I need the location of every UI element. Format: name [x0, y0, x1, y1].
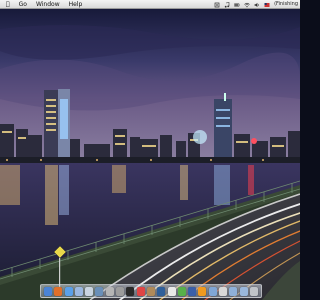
wifi-icon[interactable]: [244, 2, 250, 8]
system-preferences-icon[interactable]: [116, 286, 125, 296]
document-icon[interactable]: [219, 286, 228, 296]
clock-text[interactable]: (Finishing: [274, 0, 298, 9]
menu-bar:  Go Window Help (Finishing: [0, 0, 300, 9]
menu-window[interactable]: Window: [36, 0, 60, 9]
textedit-icon[interactable]: [167, 286, 176, 296]
chat-icon[interactable]: [177, 286, 186, 296]
wallpaper-image: [0, 9, 300, 300]
folder-icon[interactable]: [208, 286, 217, 296]
music-icon[interactable]: [224, 1, 230, 8]
dashboard-icon[interactable]: [188, 286, 197, 296]
dock: [40, 284, 262, 298]
preview-icon[interactable]: [105, 286, 114, 296]
applications-folder-icon[interactable]: [229, 286, 238, 296]
ical-icon[interactable]: [136, 286, 145, 296]
iphoto-icon[interactable]: [95, 286, 104, 296]
apple-menu-icon[interactable]: : [6, 0, 10, 9]
photoshop-icon[interactable]: [157, 286, 166, 296]
finder-icon[interactable]: [44, 286, 52, 296]
address-book-icon[interactable]: [146, 286, 155, 296]
menu-go[interactable]: Go: [19, 0, 27, 9]
menu-extras: (Finishing: [214, 0, 298, 9]
desktop-wallpaper: [0, 9, 300, 300]
menu-help[interactable]: Help: [69, 0, 83, 9]
volume-icon[interactable]: [254, 2, 260, 8]
downloads-folder-icon[interactable]: [239, 286, 248, 296]
script-icon[interactable]: [214, 2, 220, 8]
itunes-icon[interactable]: [74, 286, 83, 296]
safari-icon[interactable]: [64, 286, 73, 296]
flag-icon[interactable]: [264, 2, 270, 8]
trash-icon[interactable]: [249, 286, 258, 296]
vlc-icon[interactable]: [198, 286, 207, 296]
terminal-icon[interactable]: [126, 286, 135, 296]
mail-icon[interactable]: [85, 286, 94, 296]
battery-icon[interactable]: [234, 2, 240, 8]
firefox-icon[interactable]: [54, 286, 63, 296]
